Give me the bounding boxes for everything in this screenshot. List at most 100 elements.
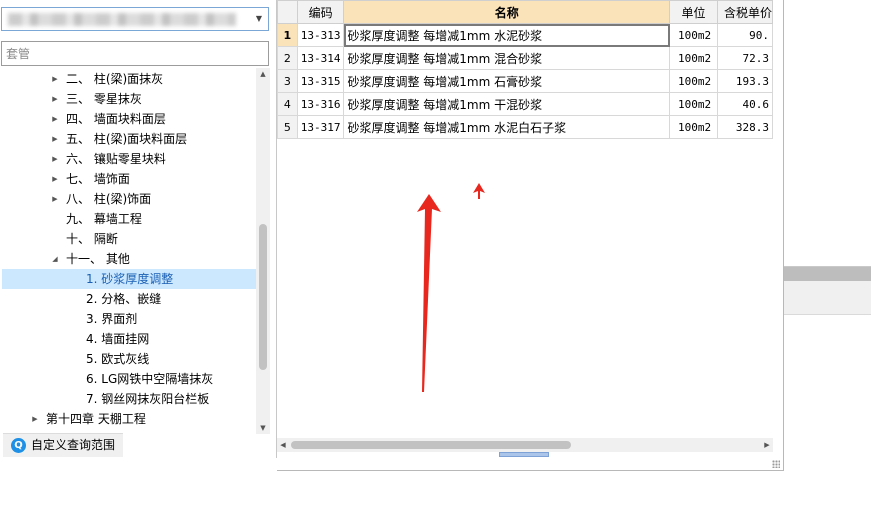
name-cell[interactable]: 砂浆厚度调整 每增减1mm 石膏砂浆 (343, 69, 671, 93)
code-cell[interactable]: 13-313 (296, 23, 345, 47)
tree-item-label: 十一、 其他 (66, 252, 130, 266)
tree-vertical-scrollbar[interactable]: ▲ ▼ (256, 68, 270, 434)
expand-arrow-icon[interactable]: ▶ (50, 89, 60, 109)
row-number-cell[interactable]: 1 (277, 23, 298, 47)
tree-node-item[interactable]: ▶ 八、 柱(梁)饰面 (2, 189, 256, 209)
background-window-titlebar (784, 267, 871, 281)
scroll-thumb[interactable] (291, 441, 571, 449)
price-cell[interactable]: 72.3 (716, 46, 773, 70)
table-row[interactable]: 5 13-317 砂浆厚度调整 每增减1mm 水泥白石子浆 100m2 328.3 (277, 115, 773, 139)
scroll-down-icon[interactable]: ▼ (256, 422, 270, 434)
expand-arrow-icon[interactable]: ▶ (50, 109, 60, 129)
unit-cell[interactable]: 100m2 (669, 23, 718, 47)
expand-arrow-icon[interactable]: ▶ (50, 69, 60, 89)
tree-item-label: 5. 欧式灰线 (86, 352, 150, 366)
tree-item-label: 3. 界面剂 (86, 312, 138, 326)
expand-arrow-icon[interactable]: ▶ (50, 129, 60, 149)
tree-item-label: 二、 柱(梁)面抹灰 (66, 72, 164, 86)
tree-leaf-item[interactable]: 3. 界面剂 (2, 309, 256, 329)
quota-tree-panel: ▼ ▶ 二、 柱(梁)面抹灰 ▶ 三、 零星抹灰 ▶ 四、 墙面块料面层 ▶ 五、 柱(梁)面… (0, 0, 277, 458)
tree-node-item[interactable]: ◢ 十一、 其他 (2, 249, 256, 269)
expand-arrow-icon[interactable]: ▶ (50, 169, 60, 189)
tree-leaf-item[interactable]: 1. 砂浆厚度调整 (2, 269, 256, 289)
tree-leaf-item[interactable]: 2. 分格、嵌缝 (2, 289, 256, 309)
tree-item-label: 4. 墙面挂网 (86, 332, 150, 346)
chapter-tree: ▶ 二、 柱(梁)面抹灰 ▶ 三、 零星抹灰 ▶ 四、 墙面块料面层 ▶ 五、 柱(梁)面块料… (0, 68, 256, 432)
row-number-cell[interactable]: 4 (277, 92, 298, 116)
table-row[interactable]: 3 13-315 砂浆厚度调整 每增减1mm 石膏砂浆 100m2 193.3 (277, 69, 773, 93)
grid-horizontal-scrollbar[interactable]: ◀ ▶ (277, 438, 773, 452)
tree-node-item[interactable]: ▶ 四、 墙面块料面层 (2, 109, 256, 129)
quota-grid: 编码 名称 单位 含税单价 1 13-313 砂浆厚度调整 每增减1mm 水泥砂浆 1… (277, 0, 773, 438)
expand-arrow-icon[interactable]: ▶ (50, 189, 60, 209)
expand-arrow-icon[interactable]: ▶ (50, 149, 60, 169)
tree-item-label: 三、 零星抹灰 (66, 92, 142, 106)
name-cell[interactable]: 砂浆厚度调整 每增减1mm 水泥砂浆 (343, 23, 671, 47)
tree-item-label: 七、 墙饰面 (66, 172, 130, 186)
custom-query-scope-button[interactable]: Q 自定义查询范围 (3, 433, 123, 457)
tree-node-item[interactable]: 十、 隔断 (2, 229, 256, 249)
tree-item-label: 十、 隔断 (66, 232, 118, 246)
price-cell[interactable]: 193.3 (716, 69, 773, 93)
tree-item-label: 五、 柱(梁)面块料面层 (66, 132, 188, 146)
unit-cell[interactable]: 100m2 (669, 46, 718, 70)
tree-filter-input[interactable] (1, 41, 269, 66)
scroll-up-icon[interactable]: ▲ (256, 68, 270, 80)
grid-corner-header[interactable] (277, 0, 298, 24)
row-number-cell[interactable]: 5 (277, 115, 298, 139)
resize-grip-icon[interactable] (772, 460, 780, 468)
tree-node-item[interactable]: ▶ 五、 柱(梁)面块料面层 (2, 129, 256, 149)
chevron-down-icon[interactable]: ▼ (254, 12, 264, 26)
row-number-cell[interactable]: 3 (277, 69, 298, 93)
tree-leaf-item[interactable]: 7. 钢丝网抹灰阳台栏板 (2, 389, 256, 409)
tree-node-item[interactable]: ▶ 三、 零星抹灰 (2, 89, 256, 109)
collapse-arrow-icon[interactable]: ◢ (50, 249, 60, 269)
code-cell[interactable]: 13-314 (296, 46, 345, 70)
panel-splitter-handle[interactable] (499, 452, 549, 457)
expand-arrow-icon[interactable]: ▶ (30, 409, 40, 429)
tree-leaf-item[interactable]: 5. 欧式灰线 (2, 349, 256, 369)
code-cell[interactable]: 13-317 (296, 115, 345, 139)
tree-node-item[interactable]: ▶ 二、 柱(梁)面抹灰 (2, 69, 256, 89)
tree-item-label: 第十四章 天棚工程 (46, 412, 146, 426)
column-header-name[interactable]: 名称 (343, 0, 671, 24)
tree-item-label: 1. 砂浆厚度调整 (86, 272, 174, 286)
scroll-right-icon[interactable]: ▶ (761, 438, 773, 452)
tree-node-item[interactable]: ▶ 第十四章 天棚工程 (2, 409, 256, 429)
tree-item-label: 四、 墙面块料面层 (66, 112, 166, 126)
search-icon: Q (11, 438, 26, 453)
column-header-unit[interactable]: 单位 (669, 0, 718, 24)
table-row[interactable]: 4 13-316 砂浆厚度调整 每增减1mm 干混砂浆 100m2 40.6 (277, 92, 773, 116)
tree-node-item[interactable]: 九、 幕墙工程 (2, 209, 256, 229)
custom-query-scope-label: 自定义查询范围 (31, 438, 116, 452)
name-cell[interactable]: 砂浆厚度调整 每增减1mm 水泥白石子浆 (343, 115, 671, 139)
price-cell[interactable]: 40.6 (716, 92, 773, 116)
tree-leaf-item[interactable]: 6. LG网铁中空隔墙抹灰 (2, 369, 256, 389)
name-cell[interactable]: 砂浆厚度调整 每增减1mm 干混砂浆 (343, 92, 671, 116)
price-cell[interactable]: 328.3 (716, 115, 773, 139)
column-header-code[interactable]: 编码 (296, 0, 345, 24)
column-header-price[interactable]: 含税单价 (716, 0, 773, 24)
scroll-left-icon[interactable]: ◀ (277, 438, 289, 452)
name-cell[interactable]: 砂浆厚度调整 每增减1mm 混合砂浆 (343, 46, 671, 70)
unit-cell[interactable]: 100m2 (669, 92, 718, 116)
row-number-cell[interactable]: 2 (277, 46, 298, 70)
table-row[interactable]: 2 13-314 砂浆厚度调整 每增减1mm 混合砂浆 100m2 72.3 (277, 46, 773, 70)
code-cell[interactable]: 13-316 (296, 92, 345, 116)
tree-item-label: 7. 钢丝网抹灰阳台栏板 (86, 392, 210, 406)
tree-node-item[interactable]: ▶ 六、 镶贴零星块料 (2, 149, 256, 169)
unit-cell[interactable]: 100m2 (669, 69, 718, 93)
unit-cell[interactable]: 100m2 (669, 115, 718, 139)
tree-item-label: 6. LG网铁中空隔墙抹灰 (86, 372, 214, 386)
library-selector-combo[interactable]: ▼ (1, 7, 269, 31)
tree-node-item[interactable]: ▶ 七、 墙饰面 (2, 169, 256, 189)
code-cell[interactable]: 13-315 (296, 69, 345, 93)
tree-item-label: 八、 柱(梁)饰面 (66, 192, 152, 206)
quota-list-panel: 编码 名称 单位 含税单价 1 13-313 砂浆厚度调整 每增减1mm 水泥砂浆 1… (277, 0, 784, 471)
tree-leaf-item[interactable]: 4. 墙面挂网 (2, 329, 256, 349)
background-window-fragment (784, 266, 871, 315)
scroll-thumb[interactable] (259, 224, 267, 370)
table-row[interactable]: 1 13-313 砂浆厚度调整 每增减1mm 水泥砂浆 100m2 90. (277, 23, 773, 47)
price-cell[interactable]: 90. (716, 23, 773, 47)
tree-item-label: 九、 幕墙工程 (66, 212, 142, 226)
